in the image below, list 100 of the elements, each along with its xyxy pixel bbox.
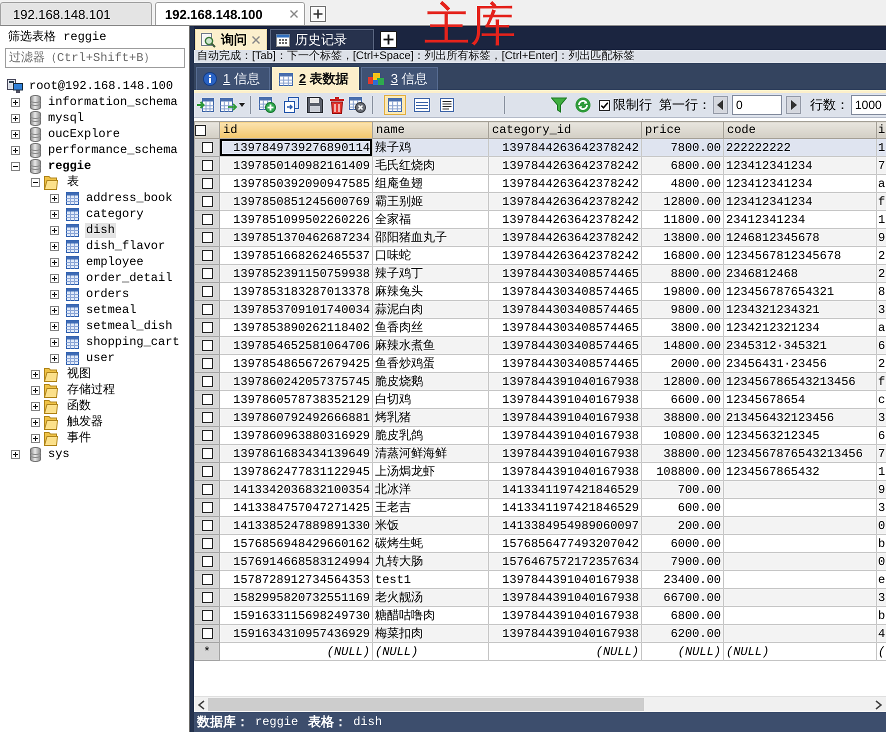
expand-icon[interactable] xyxy=(31,386,40,394)
plus-icon[interactable] xyxy=(310,6,326,22)
tree-item[interactable]: 事件 xyxy=(66,430,92,446)
expand-icon[interactable] xyxy=(50,258,59,266)
connection-tab[interactable]: 192.168.148.101 xyxy=(0,2,152,25)
table-row[interactable]: 1397851668262465537 口味蛇 1397844263642378242 16800.00 1234567812345678 2 xyxy=(194,246,886,264)
row-checkbox[interactable] xyxy=(202,214,212,225)
tree-item[interactable]: user xyxy=(85,350,116,366)
expand-icon[interactable] xyxy=(50,274,59,282)
table-row[interactable]: 1413385247889891330 米饭 1413384954989060097 200.00 0 xyxy=(194,516,886,534)
close-icon[interactable] xyxy=(252,36,260,44)
table-row[interactable]: 1397851099502260226 全家福 1397844263642378242 11800.00 23412341234 1 xyxy=(194,210,886,228)
row-checkbox[interactable] xyxy=(202,484,212,495)
copy-rows-icon[interactable] xyxy=(283,97,300,113)
collapse-icon[interactable] xyxy=(31,178,40,186)
save-icon[interactable] xyxy=(307,97,323,113)
expand-icon[interactable] xyxy=(11,130,20,138)
limit-rows-checkbox[interactable] xyxy=(599,100,610,110)
form-view-icon[interactable] xyxy=(411,95,433,115)
table-arrow-icon[interactable] xyxy=(197,97,214,113)
tree-item[interactable]: 表 xyxy=(66,174,80,190)
table-dropdown-icon[interactable] xyxy=(220,97,246,113)
tree-item[interactable]: dish xyxy=(85,222,116,238)
table-row[interactable]: 1397850392090947585 组庵鱼翅 1397844263642378242 4800.00 123412341234 a xyxy=(194,174,886,192)
filter-icon[interactable] xyxy=(551,97,567,113)
tree-item[interactable]: 存储过程 xyxy=(66,382,116,398)
tree-item[interactable]: 触发器 xyxy=(66,414,104,430)
row-count-field[interactable]: 1000 xyxy=(851,95,886,115)
expand-icon[interactable] xyxy=(50,226,59,234)
table-row[interactable]: 1591634310957436929 梅菜扣肉 1397844391040167938 6200.00 4 xyxy=(194,624,886,642)
scroll-right-icon[interactable] xyxy=(875,700,883,710)
grid-view-icon[interactable] xyxy=(384,95,406,115)
tree-item[interactable]: setmeal xyxy=(85,302,138,318)
table-row[interactable]: 1397860792492666881 烤乳猪 1397844391040167938 38800.00 213456432123456 3 xyxy=(194,408,886,426)
tree-item[interactable]: oucExplore xyxy=(47,126,122,142)
column-header[interactable]: category_id xyxy=(488,122,642,138)
tree-item[interactable]: dish_flavor xyxy=(85,238,166,254)
tree-item[interactable]: address_book xyxy=(85,190,174,206)
expand-icon[interactable] xyxy=(50,242,59,250)
result-tab[interactable]: 1 信息 xyxy=(196,67,270,90)
row-checkbox[interactable] xyxy=(202,466,212,477)
table-row[interactable]: 1397853183287013378 麻辣兔头 1397844303408574465 19800.00 123456787654321 8 xyxy=(194,282,886,300)
table-row[interactable]: 1397850140982161409 毛氏红烧肉 1397844263642378242 6800.00 123412341234 7 xyxy=(194,156,886,174)
result-tab[interactable]: 3 信息 xyxy=(360,67,438,90)
row-checkbox[interactable] xyxy=(202,142,212,153)
table-row[interactable]: 1397862477831122945 上汤焗龙虾 1397844391040167938 108800.00 1234567865432 1 xyxy=(194,462,886,480)
tree-item[interactable]: reggie xyxy=(47,158,92,174)
expand-icon[interactable] xyxy=(11,146,20,154)
row-checkbox[interactable] xyxy=(202,628,212,639)
table-row[interactable]: 1397860242057375745 脆皮烧鹅 1397844391040167938 12800.00 123456786543213456 f xyxy=(194,372,886,390)
row-checkbox[interactable] xyxy=(202,160,212,171)
filter-field[interactable]: 过滤器（Ctrl+Shift+B） xyxy=(5,48,185,68)
first-row-field[interactable]: 0 xyxy=(732,95,782,115)
expand-icon[interactable] xyxy=(31,370,40,378)
expand-icon[interactable] xyxy=(11,114,20,122)
row-checkbox[interactable] xyxy=(202,430,212,441)
expand-icon[interactable] xyxy=(50,354,59,362)
row-checkbox[interactable] xyxy=(202,322,212,333)
table-row[interactable]: 1397860578738352129 白切鸡 1397844391040167938 6600.00 12345678654 c xyxy=(194,390,886,408)
column-header[interactable]: name xyxy=(372,122,488,138)
table-row[interactable]: 1397854652581064706 麻辣水煮鱼 1397844303408574465 14800.00 2345312·345321 6 xyxy=(194,336,886,354)
tree-item[interactable]: sys xyxy=(47,446,71,462)
table-row[interactable]: 1576914668583124994 九转大肠 1576467572172357634 7900.00 0 xyxy=(194,552,886,570)
row-checkbox[interactable] xyxy=(202,268,212,279)
scroll-left-icon[interactable] xyxy=(197,700,205,710)
table-row[interactable]: 1397851370462687234 邵阳猪血丸子 1397844263642378242 13800.00 1246812345678 9 xyxy=(194,228,886,246)
tree-item[interactable]: employee xyxy=(85,254,145,270)
table-row[interactable]: 1397861683434139649 清蒸河鲜海鲜 1397844391040167938 38800.00 1234567876543213456 7 xyxy=(194,444,886,462)
close-icon[interactable] xyxy=(290,10,298,18)
result-tab[interactable]: 2 表数据 xyxy=(272,67,359,90)
expand-icon[interactable] xyxy=(50,210,59,218)
query-tab[interactable]: 历史记录 xyxy=(270,29,374,50)
refresh-icon[interactable] xyxy=(575,97,591,113)
row-checkbox[interactable] xyxy=(202,574,212,585)
column-header[interactable]: id xyxy=(220,122,372,138)
expand-icon[interactable] xyxy=(11,450,20,458)
table-row[interactable]: 1582995820732551169 老火靓汤 1397844391040167938 66700.00 3 xyxy=(194,588,886,606)
query-tab[interactable]: 询问 xyxy=(195,29,267,50)
table-row[interactable]: 1397852391150759938 辣子鸡丁 1397844303408574465 8800.00 2346812468 2 xyxy=(194,264,886,282)
scrollbar-thumb[interactable] xyxy=(208,698,644,711)
expand-icon[interactable] xyxy=(50,322,59,330)
add-row-icon[interactable] xyxy=(259,97,276,113)
collapse-icon[interactable] xyxy=(11,162,20,170)
row-checkbox[interactable] xyxy=(202,538,212,549)
row-checkbox[interactable] xyxy=(202,250,212,261)
row-checkbox[interactable] xyxy=(202,178,212,189)
table-row[interactable]: 1397853709101740034 蒜泥白肉 1397844303408574465 9800.00 1234321234321 3 xyxy=(194,300,886,318)
row-checkbox[interactable] xyxy=(202,448,212,459)
table-row[interactable]: 1397853890262118402 鱼香肉丝 1397844303408574465 3800.00 1234212321234 a xyxy=(194,318,886,336)
row-checkbox[interactable] xyxy=(202,286,212,297)
expand-icon[interactable] xyxy=(31,434,40,442)
row-checkbox[interactable] xyxy=(202,358,212,369)
tree-item[interactable]: information_schema xyxy=(47,94,179,110)
row-checkbox[interactable] xyxy=(202,610,212,621)
table-row[interactable]: 1413384757047271425 王老吉 1413341197421846529 600.00 3 xyxy=(194,498,886,516)
plus-icon[interactable] xyxy=(380,31,397,48)
table-cancel-icon[interactable] xyxy=(349,97,366,113)
row-checkbox[interactable] xyxy=(202,304,212,315)
tree-item[interactable]: performance_schema xyxy=(47,142,179,158)
table-row[interactable]: 1397860963880316929 脆皮乳鸽 1397844391040167938 10800.00 1234563212345 6 xyxy=(194,426,886,444)
